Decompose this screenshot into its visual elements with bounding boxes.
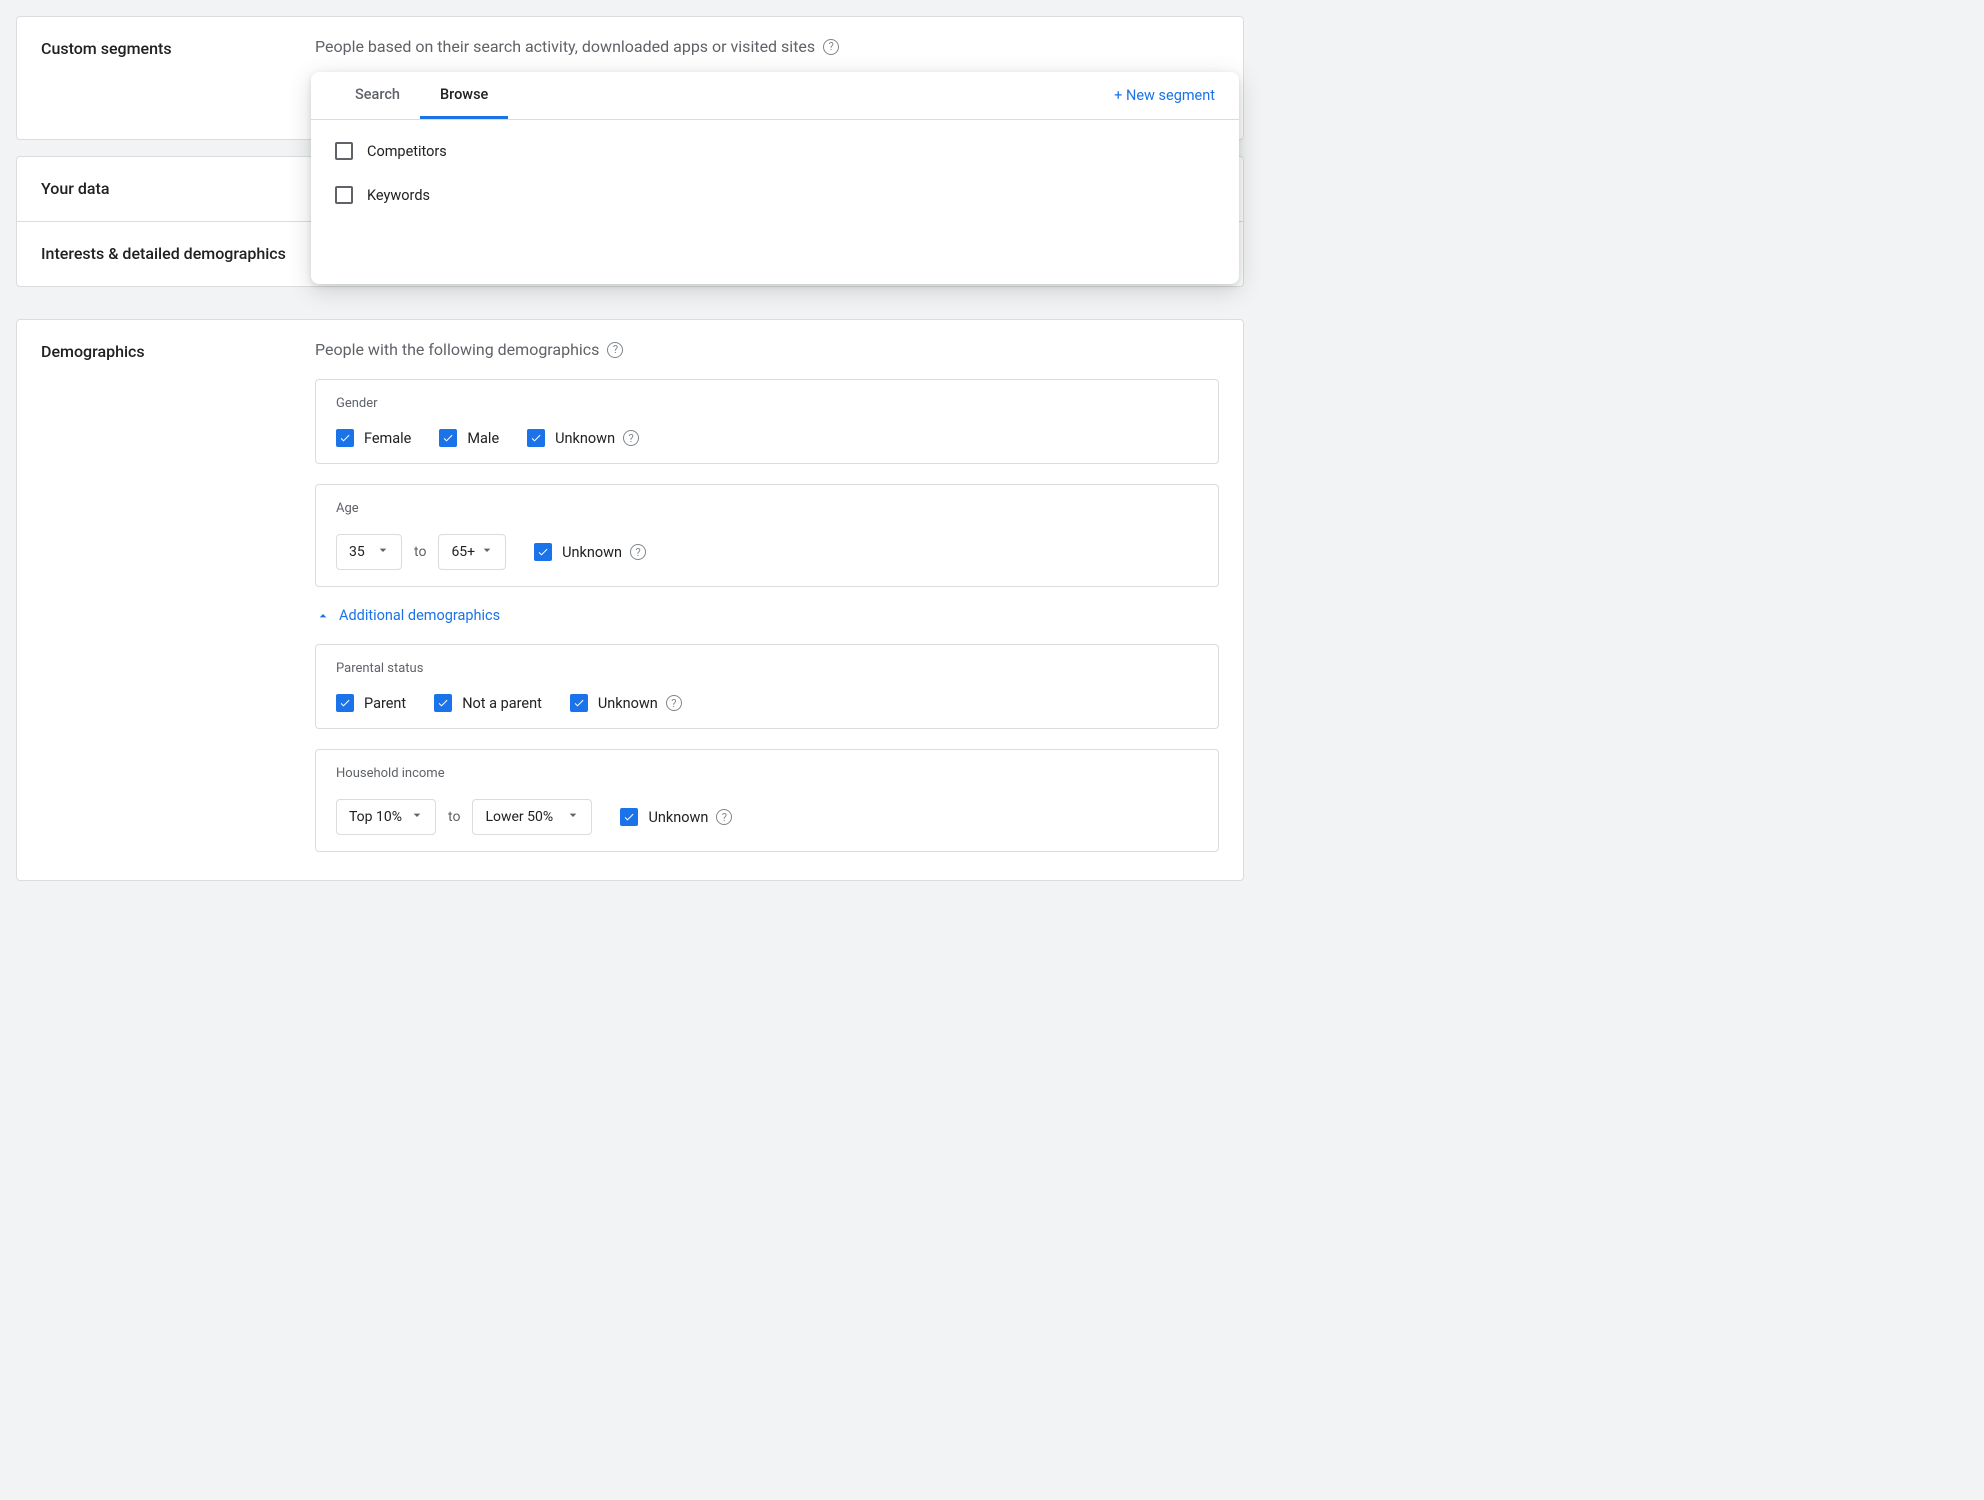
checkbox-icon bbox=[336, 429, 354, 447]
help-icon[interactable]: ? bbox=[666, 695, 682, 711]
option-label: Parent bbox=[364, 695, 406, 712]
age-from-dropdown[interactable]: 35 bbox=[336, 534, 402, 570]
parental-option-unknown[interactable]: Unknown ? bbox=[570, 694, 682, 712]
segment-item-keywords[interactable]: Keywords bbox=[335, 178, 1215, 212]
gender-panel: Gender Female Male Unknown ? bbox=[315, 379, 1219, 464]
age-from-value: 35 bbox=[349, 544, 365, 560]
gender-option-female[interactable]: Female bbox=[336, 429, 411, 447]
chevron-down-icon bbox=[409, 807, 425, 827]
chevron-down-icon bbox=[565, 807, 581, 827]
chevron-down-icon bbox=[479, 542, 495, 562]
demographics-title: Demographics bbox=[41, 340, 291, 364]
help-icon[interactable]: ? bbox=[716, 809, 732, 825]
income-from-value: Top 10% bbox=[349, 809, 402, 825]
income-title: Household income bbox=[336, 766, 1198, 781]
custom-segments-popover: Search Browse + New segment Competitors … bbox=[311, 72, 1239, 284]
tab-browse[interactable]: Browse bbox=[420, 72, 508, 119]
custom-segments-desc-row: People based on their search activity, d… bbox=[315, 37, 1219, 56]
income-option-unknown[interactable]: Unknown ? bbox=[620, 808, 732, 826]
help-icon[interactable]: ? bbox=[630, 544, 646, 560]
demographics-desc: People with the following demographics bbox=[315, 340, 599, 359]
tab-search[interactable]: Search bbox=[335, 72, 420, 119]
segment-item-competitors[interactable]: Competitors bbox=[335, 134, 1215, 168]
checkbox-icon bbox=[439, 429, 457, 447]
parental-option-parent[interactable]: Parent bbox=[336, 694, 406, 712]
option-label: Female bbox=[364, 430, 411, 447]
segment-item-label: Keywords bbox=[367, 187, 430, 204]
age-range: 35 to 65+ bbox=[336, 534, 506, 570]
age-to-value: 65+ bbox=[451, 544, 475, 560]
age-panel: Age 35 to 65+ bbox=[315, 484, 1219, 587]
option-label: Unknown bbox=[562, 544, 622, 561]
gender-option-unknown[interactable]: Unknown ? bbox=[527, 429, 639, 447]
parental-title: Parental status bbox=[336, 661, 1198, 676]
age-title: Age bbox=[336, 501, 1198, 516]
gender-option-male[interactable]: Male bbox=[439, 429, 499, 447]
parental-option-not-parent[interactable]: Not a parent bbox=[434, 694, 542, 712]
option-label: Not a parent bbox=[462, 695, 542, 712]
custom-segments-title: Custom segments bbox=[41, 37, 291, 61]
demographics-desc-row: People with the following demographics ? bbox=[315, 340, 1219, 359]
checkbox-icon bbox=[336, 694, 354, 712]
option-label: Unknown bbox=[555, 430, 615, 447]
checkbox-icon bbox=[335, 186, 353, 204]
option-label: Unknown bbox=[648, 809, 708, 826]
gender-title: Gender bbox=[336, 396, 1198, 411]
checkbox-icon bbox=[534, 543, 552, 561]
income-to-value: Lower 50% bbox=[485, 809, 553, 825]
income-to-dropdown[interactable]: Lower 50% bbox=[472, 799, 592, 835]
checkbox-icon bbox=[620, 808, 638, 826]
popover-header: Search Browse + New segment bbox=[311, 72, 1239, 120]
help-icon[interactable]: ? bbox=[607, 342, 623, 358]
additional-demographics-label: Additional demographics bbox=[339, 607, 500, 624]
income-to-label: to bbox=[448, 809, 460, 825]
age-to-dropdown[interactable]: 65+ bbox=[438, 534, 506, 570]
checkbox-icon bbox=[434, 694, 452, 712]
popover-body: Competitors Keywords bbox=[311, 120, 1239, 226]
new-segment-button[interactable]: + New segment bbox=[1114, 87, 1215, 104]
option-label: Male bbox=[467, 430, 499, 447]
popover-tabs: Search Browse bbox=[335, 72, 508, 119]
age-option-unknown[interactable]: Unknown ? bbox=[534, 543, 646, 561]
parental-panel: Parental status Parent Not a parent Unkn… bbox=[315, 644, 1219, 729]
chevron-up-icon bbox=[315, 608, 331, 624]
help-icon[interactable]: ? bbox=[623, 430, 639, 446]
additional-demographics-toggle[interactable]: Additional demographics bbox=[315, 607, 1219, 624]
your-data-title: Your data bbox=[41, 177, 291, 201]
segment-item-label: Competitors bbox=[367, 143, 447, 160]
demographics-card: Demographics People with the following d… bbox=[16, 319, 1244, 881]
income-panel: Household income Top 10% to Lower 50% bbox=[315, 749, 1219, 852]
age-to-label: to bbox=[414, 544, 426, 560]
chevron-down-icon bbox=[375, 542, 391, 562]
income-from-dropdown[interactable]: Top 10% bbox=[336, 799, 436, 835]
checkbox-icon bbox=[527, 429, 545, 447]
interests-title: Interests & detailed demographics bbox=[41, 242, 291, 266]
help-icon[interactable]: ? bbox=[823, 39, 839, 55]
checkbox-icon bbox=[570, 694, 588, 712]
option-label: Unknown bbox=[598, 695, 658, 712]
checkbox-icon bbox=[335, 142, 353, 160]
income-range: Top 10% to Lower 50% bbox=[336, 799, 592, 835]
custom-segments-desc: People based on their search activity, d… bbox=[315, 37, 815, 56]
